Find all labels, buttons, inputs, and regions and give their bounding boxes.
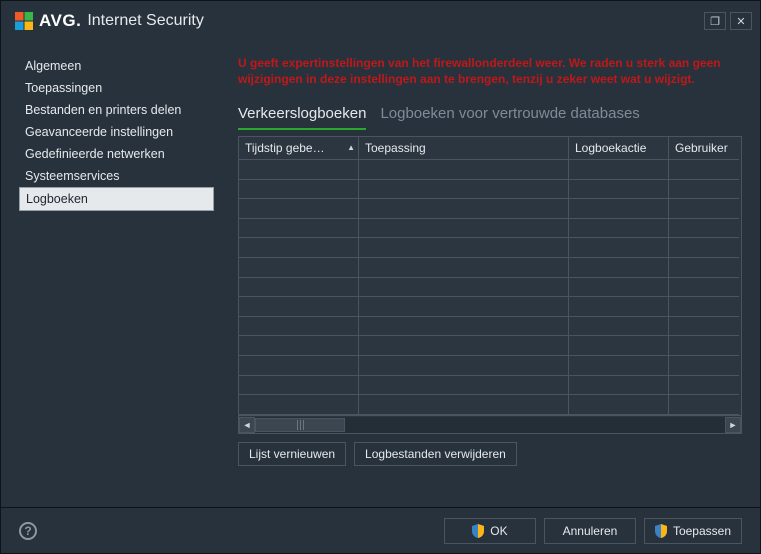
tab-verkeerslogboeken[interactable]: Verkeerslogboeken: [238, 105, 366, 130]
sort-asc-icon: ▲: [347, 143, 355, 152]
sidebar-item-gedefinieerde-netwerken[interactable]: Gedefinieerde netwerken: [19, 143, 214, 165]
refresh-list-button[interactable]: Lijst vernieuwen: [238, 442, 346, 466]
table-row: [239, 297, 741, 317]
table-row: [239, 376, 741, 396]
sidebar-nav: Algemeen Toepassingen Bestanden en print…: [19, 55, 214, 507]
table-action-buttons: Lijst vernieuwen Logbestanden verwijdere…: [238, 442, 742, 466]
ok-button-label: OK: [490, 524, 507, 538]
table-header-row: Tijdstip gebe… ▲ Toepassing Logboekactie…: [239, 137, 741, 160]
table-row: [239, 395, 741, 415]
help-button[interactable]: ?: [19, 522, 37, 540]
main-content: U geeft expertinstellingen van het firew…: [238, 55, 742, 507]
table-row: [239, 278, 741, 298]
table-row: [239, 199, 741, 219]
tab-vertrouwde-databases[interactable]: Logboeken voor vertrouwde databases: [380, 105, 639, 130]
footer-buttons: OK Annuleren Toepassen: [444, 518, 742, 544]
avg-logo-icon: [15, 12, 33, 30]
shield-icon: [655, 524, 667, 538]
sidebar-item-logboeken[interactable]: Logboeken: [19, 187, 214, 211]
scroll-track[interactable]: [255, 417, 725, 433]
table-row: [239, 180, 741, 200]
ok-button[interactable]: OK: [444, 518, 536, 544]
log-table: Tijdstip gebe… ▲ Toepassing Logboekactie…: [238, 136, 742, 434]
app-title: Internet Security: [87, 12, 204, 30]
body-area: Algemeen Toepassingen Bestanden en print…: [1, 41, 760, 507]
brand-text: AVG.: [39, 11, 81, 31]
col-toepassing[interactable]: Toepassing: [359, 137, 569, 160]
apply-button-label: Toepassen: [673, 524, 731, 538]
scroll-right-icon[interactable]: ►: [725, 417, 741, 433]
footer-bar: ? OK Annuleren Toepassen: [1, 507, 760, 553]
col-tijdstip-label: Tijdstip gebe…: [245, 141, 325, 155]
table-row: [239, 336, 741, 356]
shield-icon: [472, 524, 484, 538]
horizontal-scrollbar[interactable]: ◄ ►: [239, 415, 741, 433]
app-window: AVG. Internet Security ❐ ✕ Algemeen Toep…: [0, 0, 761, 554]
sidebar-item-bestanden-printers[interactable]: Bestanden en printers delen: [19, 99, 214, 121]
window-controls: ❐ ✕: [704, 12, 752, 30]
table-row: [239, 238, 741, 258]
delete-logs-button[interactable]: Logbestanden verwijderen: [354, 442, 517, 466]
sidebar-item-systeemservices[interactable]: Systeemservices: [19, 165, 214, 187]
col-gebruiker[interactable]: Gebruiker: [669, 137, 739, 160]
table-row: [239, 219, 741, 239]
sidebar-item-algemeen[interactable]: Algemeen: [19, 55, 214, 77]
log-tabs: Verkeerslogboeken Logboeken voor vertrou…: [238, 105, 742, 130]
table-row: [239, 258, 741, 278]
table-row: [239, 317, 741, 337]
close-button[interactable]: ✕: [730, 12, 752, 30]
restore-button[interactable]: ❐: [704, 12, 726, 30]
scroll-thumb[interactable]: [255, 418, 345, 432]
scroll-left-icon[interactable]: ◄: [239, 417, 255, 433]
table-row: [239, 356, 741, 376]
sidebar-item-toepassingen[interactable]: Toepassingen: [19, 77, 214, 99]
brand-logo: AVG. Internet Security: [15, 11, 204, 31]
col-logboekactie[interactable]: Logboekactie: [569, 137, 669, 160]
table-body: [239, 160, 741, 415]
table-row: [239, 160, 741, 180]
apply-button[interactable]: Toepassen: [644, 518, 742, 544]
title-bar: AVG. Internet Security ❐ ✕: [1, 1, 760, 41]
expert-warning: U geeft expertinstellingen van het firew…: [238, 55, 742, 87]
sidebar-item-geavanceerde[interactable]: Geavanceerde instellingen: [19, 121, 214, 143]
col-tijdstip[interactable]: Tijdstip gebe… ▲: [239, 137, 359, 160]
cancel-button[interactable]: Annuleren: [544, 518, 636, 544]
